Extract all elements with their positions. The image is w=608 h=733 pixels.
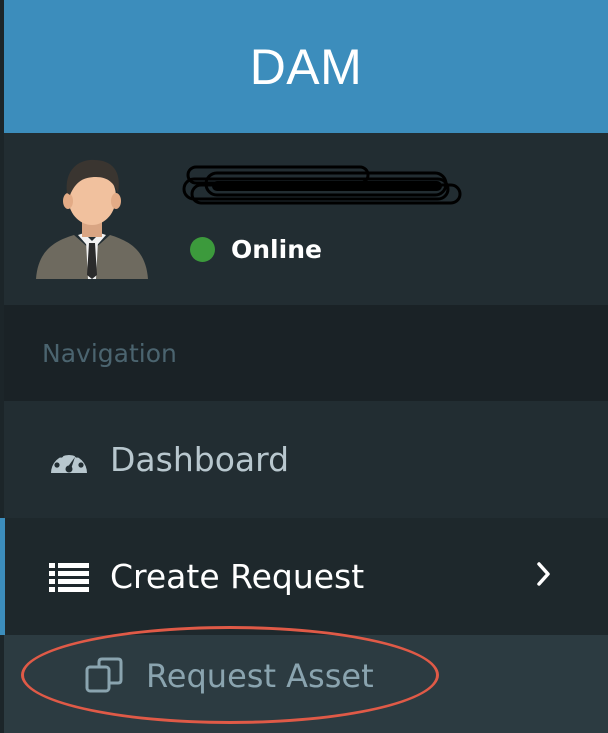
sidebar-item-dashboard[interactable]: Dashboard — [4, 401, 608, 518]
sidebar-item-label: Create Request — [110, 557, 365, 596]
sidebar-item-create-request[interactable]: Create Request — [0, 518, 608, 635]
submenu-item-label: Request Asset — [146, 657, 374, 695]
app-logo-text: DAM — [249, 38, 363, 95]
redacted-user-name — [182, 165, 462, 205]
status-label: Online — [231, 235, 322, 264]
create-request-submenu: Request Asset — [4, 635, 608, 733]
navigation-header-label: Navigation — [42, 338, 177, 368]
dashboard-gauge-icon — [48, 439, 90, 481]
sidebar-item-label: Dashboard — [110, 440, 290, 479]
app-logo-bar[interactable]: DAM — [4, 0, 608, 133]
sidebar: DAM Online Navigation Dashboard Create R… — [0, 0, 608, 733]
submenu-item-request-asset[interactable]: Request Asset — [4, 635, 608, 717]
user-avatar-icon — [36, 159, 148, 279]
chevron-right-icon[interactable] — [536, 560, 552, 595]
user-status: Online — [190, 235, 322, 264]
navigation-header: Navigation — [4, 305, 608, 401]
list-icon — [48, 556, 90, 598]
user-panel: Online — [4, 133, 608, 305]
online-status-dot-icon — [190, 237, 215, 262]
copy-clone-icon — [84, 656, 124, 696]
